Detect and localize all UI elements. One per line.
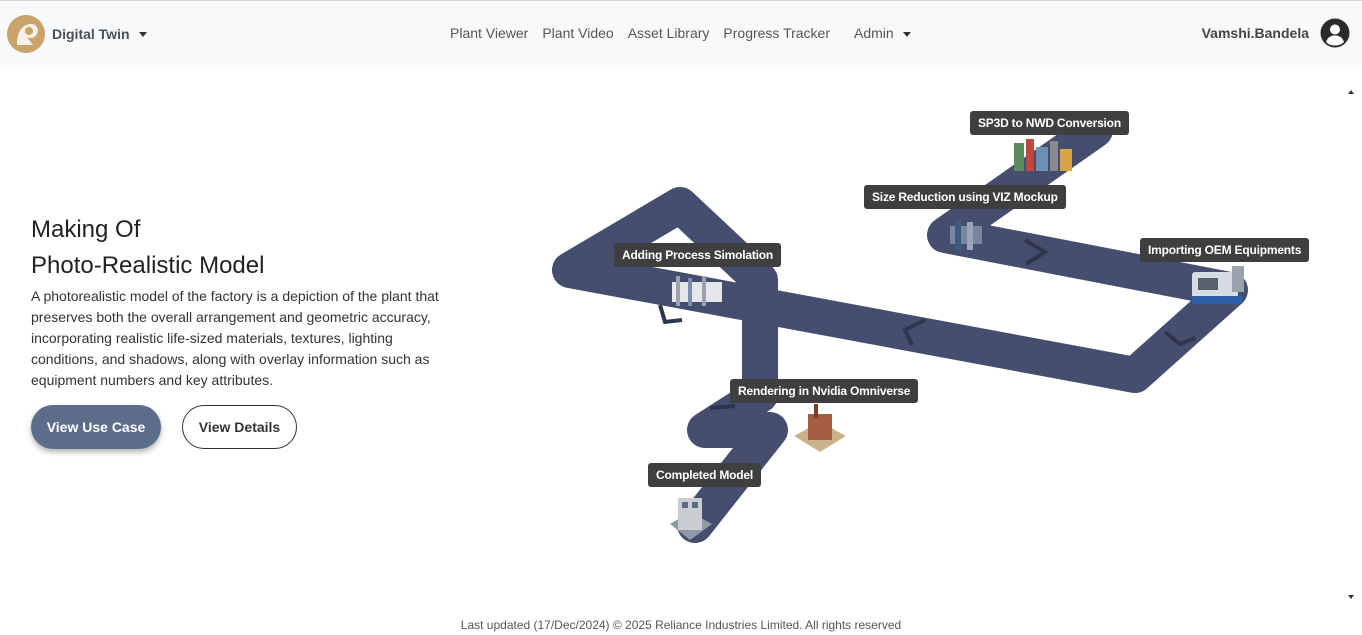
nav-admin-label: Admin — [854, 25, 894, 41]
sp3d-model-icon — [1014, 139, 1072, 171]
viz-mockup-icon — [950, 220, 982, 250]
nav-asset-library[interactable]: Asset Library — [628, 25, 710, 41]
step-label-oem: Importing OEM Equipments — [1140, 238, 1310, 262]
roadmap-road — [552, 112, 1248, 543]
hero-title: Making Of Photo-Realistic Model — [31, 212, 264, 284]
reliance-logo-icon — [7, 15, 45, 53]
step-label-rendering: Rendering in Nvidia Omniverse — [730, 379, 919, 403]
brand-dropdown[interactable]: Digital Twin — [7, 15, 147, 53]
scroll-down-arrow-icon[interactable] — [1348, 595, 1354, 599]
chevron-down-icon — [138, 31, 147, 37]
step-label-completed: Completed Model — [648, 463, 762, 487]
view-details-button[interactable]: View Details — [182, 405, 297, 449]
nav-plant-viewer[interactable]: Plant Viewer — [450, 25, 528, 41]
hero-title-line2: Photo-Realistic Model — [31, 252, 265, 279]
view-use-case-button[interactable]: View Use Case — [31, 405, 161, 449]
top-navbar: Digital Twin Plant Viewer Plant Video As… — [0, 0, 1362, 65]
nav-plant-video[interactable]: Plant Video — [542, 25, 613, 41]
main-nav: Plant Viewer Plant Video Asset Library P… — [450, 25, 925, 41]
brand-name: Digital Twin — [52, 26, 130, 42]
process-simulation-icon — [672, 276, 722, 306]
user-menu[interactable]: Vamshi.Bandela — [1202, 18, 1350, 48]
user-circle-icon — [1320, 18, 1350, 48]
nav-admin-dropdown[interactable]: Admin — [854, 25, 911, 41]
step-label-process-sim: Adding Process Simolation — [614, 243, 782, 267]
footer-copyright: Last updated (17/Dec/2024) © 2025 Relian… — [460, 618, 902, 632]
hero-description: A photorealistic model of the factory is… — [31, 288, 439, 388]
completed-model-icon — [670, 498, 712, 540]
scroll-up-arrow-icon[interactable] — [1348, 90, 1354, 94]
oem-equipment-icon — [1192, 266, 1244, 304]
hero-title-line1: Making Of — [31, 216, 141, 243]
chevron-down-icon — [902, 31, 911, 37]
nav-progress-tracker[interactable]: Progress Tracker — [723, 25, 830, 41]
process-roadmap: SP3D to NWD Conversion Size Reduction us… — [540, 100, 1310, 560]
step-label-size-reduction: Size Reduction using VIZ Mockup — [864, 185, 1066, 209]
omniverse-render-icon — [794, 404, 846, 452]
username: Vamshi.Bandela — [1201, 25, 1309, 41]
step-label-sp3d: SP3D to NWD Conversion — [970, 111, 1129, 135]
